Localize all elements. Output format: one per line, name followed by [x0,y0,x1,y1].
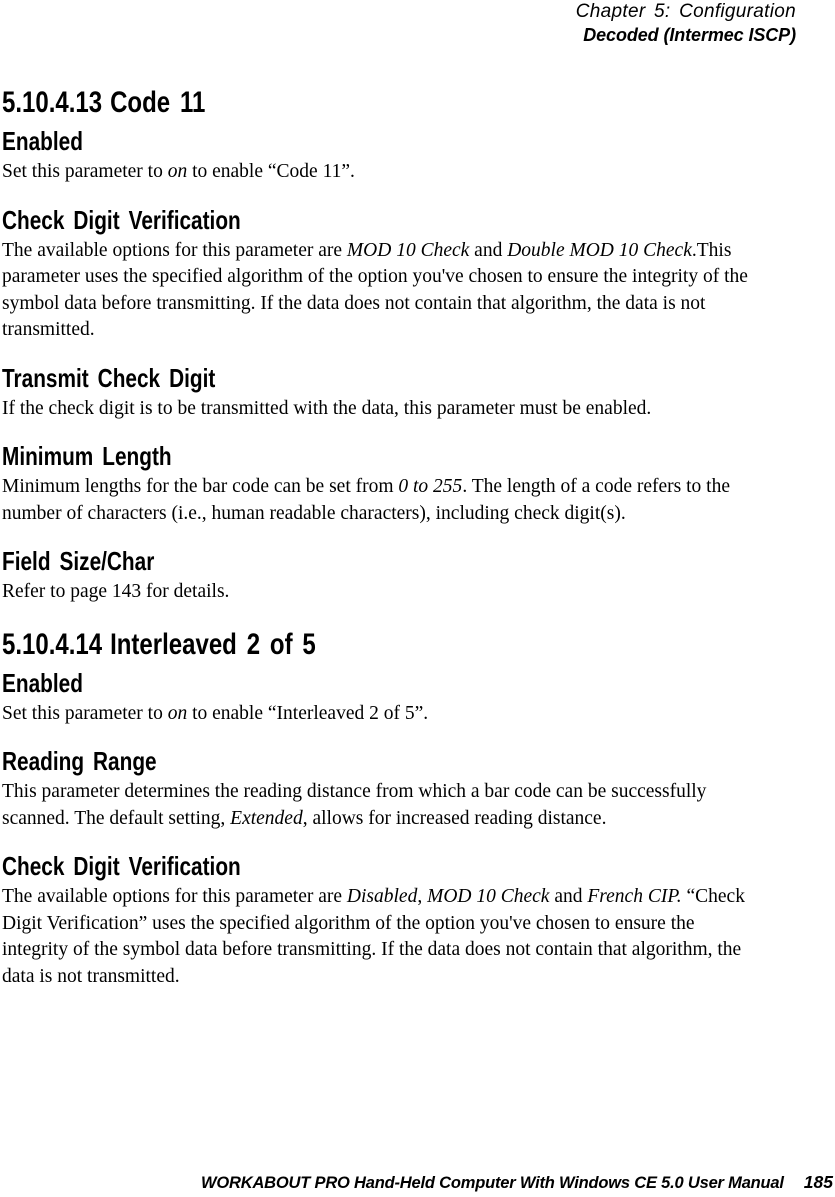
subheading-enabled-code11: Enabled [2,126,83,156]
footer-page-number: 185 [803,1172,833,1192]
subheading-enabled-i2of5: Enabled [2,667,83,698]
paragraph-reading-range: This parameter determines the reading di… [2,779,754,832]
section-title: Code 11 [110,86,206,119]
text-pre: Minimum lengths for the bar code can be … [2,476,399,497]
section-heading-code-11: 5.10.4.13 Code 11 [2,86,604,120]
section-number: 5.10.4.14 [2,627,103,661]
emphasis-on: on [167,161,188,182]
text-pre: The available options for this parameter… [2,239,347,261]
text-post: to enable “Code 11”. [187,161,355,182]
footer-manual-title: WORKABOUT PRO Hand-Held Computer With Wi… [201,1174,784,1192]
header-section-line: Decoded (Intermec ISCP) [583,25,796,45]
emphasis-on: on [167,702,188,724]
emphasis-french-cip: French CIP. [587,886,682,907]
emphasis-mod10check: MOD 10 Check [346,239,470,261]
subheading-check-digit-verification-i2of5: Check Digit Verification [2,851,241,881]
text-post: to enable “Interleaved 2 of 5”. [187,702,429,724]
section-heading-interleaved-2-of-5: 5.10.4.14 Interleaved 2 of 5 [2,628,604,662]
paragraph-minimum-length: Minimum lengths for the bar code can be … [2,474,754,527]
text-mid: and [469,239,508,261]
section-number: 5.10.4.13 [2,86,103,119]
emphasis-extended: Extended [230,807,303,829]
paragraph-field-size-char: Refer to page 143 for details. [2,581,230,602]
subheading-check-digit-verification-code11: Check Digit Verification [2,204,241,235]
paragraph-enabled-i2of5: Set this parameter to on to enable “Inte… [2,701,754,728]
emphasis-disabled: Disabled [346,886,418,907]
page-content: 5.10.4.13 Code 11 Enabled Set this parame… [2,86,754,990]
emphasis-mod10check: MOD 10 Check [427,886,550,907]
paragraph-check-digit-verification-code11: The available options for this parameter… [2,238,754,344]
header-chapter-line: Chapter 5: Configuration [575,1,796,22]
text-post: , allows for increased reading distance. [302,807,607,829]
subheading-transmit-check-digit: Transmit Check Digit [2,362,216,393]
running-head: Chapter 5: Configuration Decoded (Interm… [0,0,796,47]
paragraph-transmit-check-digit: If the check digit is to be transmitted … [2,397,652,419]
emphasis-double-mod10check: Double MOD 10 Check [507,239,692,261]
section-title: Interleaved 2 of 5 [110,627,316,661]
text-pre: The available options for this parameter… [2,886,347,907]
running-foot: WORKABOUT PRO Hand-Held Computer With Wi… [0,1172,833,1193]
subheading-reading-range: Reading Range [2,746,157,776]
text-pre: Set this parameter to [2,702,168,724]
subheading-minimum-length: Minimum Length [2,441,172,471]
paragraph-enabled-code11: Set this parameter to on to enable “Code… [2,159,754,186]
emphasis-range: 0 to 255 [398,476,463,497]
subheading-field-size-char: Field Size/Char [2,546,155,576]
text-mid-1: , [417,886,428,907]
text-mid-2: and [549,886,588,907]
text-pre: Set this parameter to [2,161,168,182]
paragraph-check-digit-verification-i2of5: The available options for this parameter… [2,884,754,990]
manual-page: Chapter 5: Configuration Decoded (Interm… [0,0,835,1197]
